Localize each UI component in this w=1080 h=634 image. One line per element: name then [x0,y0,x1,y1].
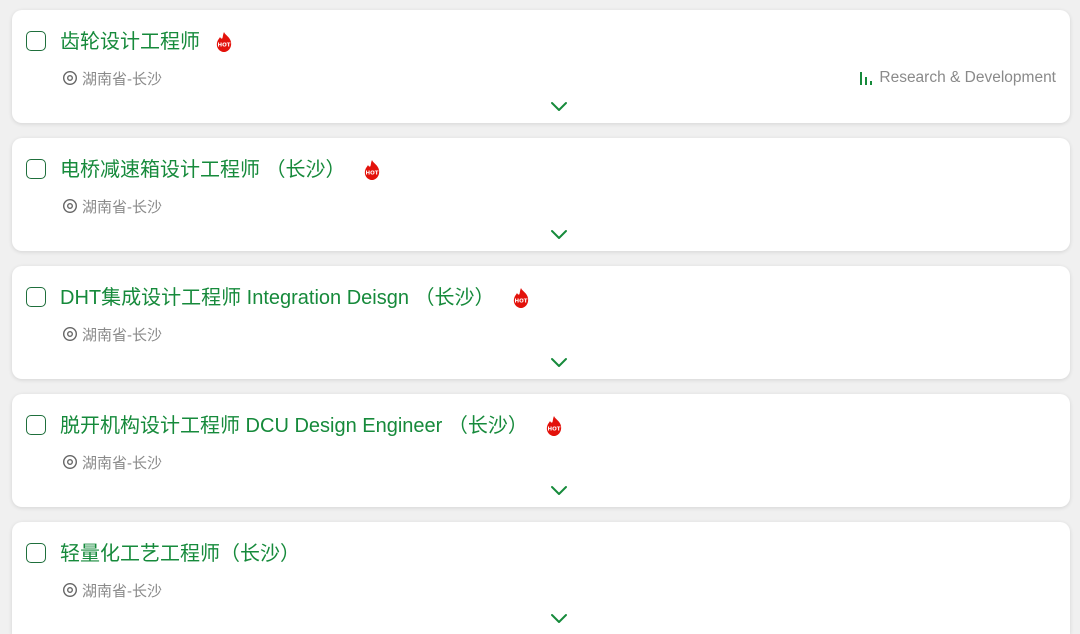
job-select-checkbox[interactable] [26,287,46,307]
hot-flame-badge-icon: HOT [364,160,379,180]
job-location-text: 湖南省-长沙 [82,454,162,472]
hot-flame-badge-icon: HOT [216,32,232,52]
job-card: 脱开机构设计工程师 DCU Design Engineer （长沙） HOT 湖… [12,394,1070,507]
expand-toggle[interactable] [548,610,570,626]
job-title-link[interactable]: 电桥减速箱设计工程师 （长沙） [60,156,346,184]
job-department: Research & Development [858,67,1056,89]
expand-toggle[interactable] [548,226,570,242]
job-card: 电桥减速箱设计工程师 （长沙） HOT 湖南省-长沙 [12,138,1070,251]
job-location: 湖南省-长沙 [62,451,162,473]
job-card: 轻量化工艺工程师（长沙） 湖南省-长沙 [12,522,1070,634]
job-location: 湖南省-长沙 [62,323,162,345]
job-title-row: DHT集成设计工程师 Integration Deisgn （长沙） HOT [60,284,531,312]
svg-text:HOT: HOT [547,427,560,433]
job-location-text: 湖南省-长沙 [82,326,162,344]
job-title-row: 脱开机构设计工程师 DCU Design Engineer （长沙） HOT [60,412,564,440]
job-location-text: 湖南省-长沙 [82,198,162,216]
hot-flame-badge-icon: HOT [546,416,562,436]
chevron-down-icon [551,102,567,111]
location-pin-icon [62,582,78,598]
job-title-link[interactable]: 轻量化工艺工程师（长沙） [60,540,300,568]
location-pin-icon [62,454,78,470]
job-card: DHT集成设计工程师 Integration Deisgn （长沙） HOT 湖… [12,266,1070,379]
chevron-down-icon [551,486,567,495]
job-location-text: 湖南省-长沙 [82,70,162,88]
bar-chart-icon [860,72,873,85]
job-department-text: Research & Development [879,69,1056,86]
location-pin-icon [62,70,78,86]
job-title-link[interactable]: 齿轮设计工程师 [60,28,200,56]
job-card: 齿轮设计工程师 HOT 湖南省-长沙 Research & Developmen… [12,10,1070,123]
job-list: 齿轮设计工程师 HOT 湖南省-长沙 Research & Developmen… [0,0,1080,634]
chevron-down-icon [551,358,567,367]
job-location: 湖南省-长沙 [62,579,162,601]
job-location: 湖南省-长沙 [62,195,162,217]
job-title-row: 齿轮设计工程师 HOT [60,28,234,56]
svg-text:HOT: HOT [365,171,378,177]
job-select-checkbox[interactable] [26,159,46,179]
location-pin-icon [62,326,78,342]
location-pin-icon [62,198,78,214]
job-title-link[interactable]: 脱开机构设计工程师 DCU Design Engineer （长沙） [60,412,528,440]
job-select-checkbox[interactable] [26,415,46,435]
job-title-row: 电桥减速箱设计工程师 （长沙） HOT [60,156,382,184]
chevron-down-icon [551,614,567,623]
job-title-row: 轻量化工艺工程师（长沙） [60,540,300,568]
job-select-checkbox[interactable] [26,543,46,563]
job-select-checkbox[interactable] [26,31,46,51]
hot-flame-badge-icon: HOT [513,288,528,308]
expand-toggle[interactable] [548,482,570,498]
job-location: 湖南省-长沙 [62,67,162,89]
svg-text:HOT: HOT [217,43,230,49]
chevron-down-icon [551,230,567,239]
svg-text:HOT: HOT [514,299,527,305]
expand-toggle[interactable] [548,354,570,370]
job-title-link[interactable]: DHT集成设计工程师 Integration Deisgn （长沙） [60,284,495,312]
job-location-text: 湖南省-长沙 [82,582,162,600]
expand-toggle[interactable] [548,98,570,114]
